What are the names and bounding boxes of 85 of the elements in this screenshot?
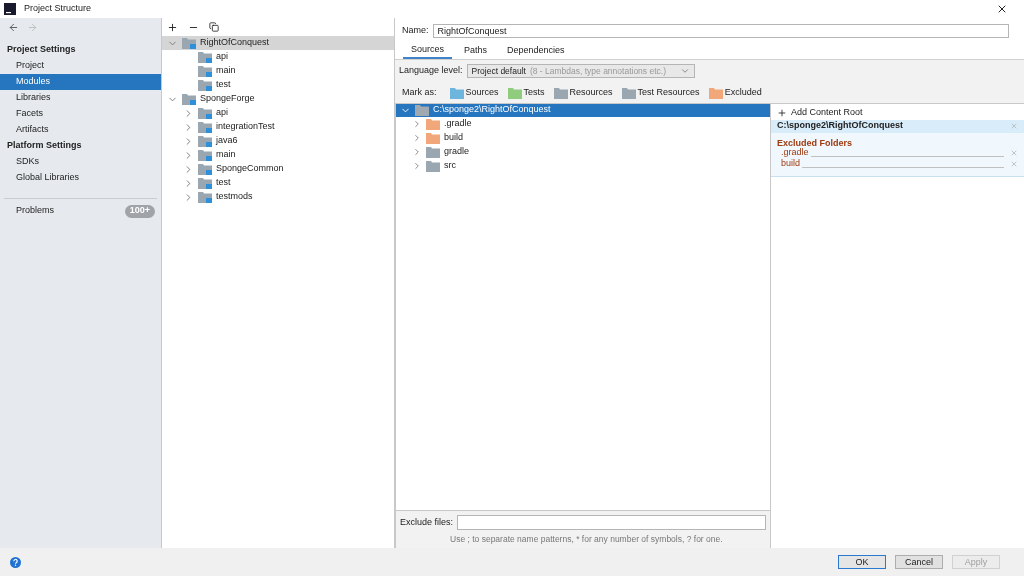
section-heading: Platform Settings xyxy=(6,139,83,153)
module-folder-icon xyxy=(182,93,196,105)
add-icon[interactable] xyxy=(167,21,178,33)
section-heading: Project Settings xyxy=(6,43,77,57)
module-tree-item[interactable]: SpongeCommon xyxy=(162,162,394,176)
mark-as-button[interactable]: Tests xyxy=(507,86,545,100)
help-icon[interactable] xyxy=(10,556,21,568)
folder-icon xyxy=(449,86,464,99)
sidebar-item[interactable]: Libraries xyxy=(0,90,161,106)
mark-as-button[interactable]: Sources xyxy=(449,86,499,100)
close-icon[interactable] xyxy=(996,3,1008,15)
folder-icon xyxy=(426,131,440,144)
folder-icon xyxy=(507,86,522,99)
module-folder-icon xyxy=(198,65,212,77)
mark-as-button[interactable]: Excluded xyxy=(708,86,762,100)
module-tree-item[interactable]: test xyxy=(162,78,394,92)
chevron-right-icon[interactable] xyxy=(412,132,422,143)
tab[interactable]: Sources xyxy=(403,43,453,59)
excluded-folder: build xyxy=(781,157,800,171)
folder-icon xyxy=(426,159,440,172)
module-tree-item[interactable]: api xyxy=(162,106,394,120)
module-folder-icon xyxy=(198,107,212,119)
sidebar-item[interactable]: Modules xyxy=(0,74,161,90)
tab[interactable]: Dependencies xyxy=(499,43,573,59)
module-tree-item[interactable]: java6 xyxy=(162,134,394,148)
dialog-button[interactable]: OK xyxy=(838,555,886,569)
folder-icon xyxy=(621,86,636,99)
exclude-files-field[interactable] xyxy=(457,515,766,530)
add-icon xyxy=(777,108,787,118)
module-folder-icon xyxy=(198,51,212,63)
module-folder-icon xyxy=(198,177,212,189)
sidebar-item[interactable]: Facets xyxy=(0,106,161,122)
copy-icon[interactable] xyxy=(209,22,219,32)
module-folder-icon xyxy=(198,121,212,133)
folder-icon xyxy=(415,104,429,116)
dialog-button[interactable]: Cancel xyxy=(895,555,943,569)
module-folder-icon xyxy=(198,135,212,147)
sidebar-item[interactable]: Problems xyxy=(16,204,125,218)
content-tree-item[interactable]: .gradle xyxy=(396,116,770,131)
module-tree-item[interactable]: test xyxy=(162,176,394,190)
module-tree-item[interactable]: testmods xyxy=(162,190,394,204)
name-field[interactable]: RightOfConquest xyxy=(432,24,1009,38)
count-badge: 100+ xyxy=(124,204,155,218)
app-logo-icon xyxy=(4,3,16,15)
caret-icon xyxy=(679,66,690,76)
section-heading: Excluded Folders xyxy=(776,136,854,148)
field-label: Language level: xyxy=(399,64,463,78)
chevron-right-icon[interactable] xyxy=(412,160,422,171)
module-tree-item[interactable]: integrationTest xyxy=(162,120,394,134)
module-folder-icon xyxy=(198,163,212,175)
folder-icon xyxy=(708,86,723,99)
excluded-folder: .gradle xyxy=(781,146,809,159)
folder-icon xyxy=(553,86,568,99)
chevron-right-icon[interactable] xyxy=(412,146,422,157)
content-tree-item[interactable]: build xyxy=(396,130,770,145)
content-tree-item[interactable]: C:\sponge2\RightOfConquest xyxy=(396,103,770,117)
chevron-right-icon[interactable] xyxy=(412,118,422,129)
forward-arrow-icon[interactable] xyxy=(27,21,38,33)
field-label: Name: xyxy=(402,24,429,38)
content-tree-item[interactable]: src xyxy=(396,158,770,173)
mark-as-button[interactable]: Resources xyxy=(553,86,613,100)
field-label: Exclude files: xyxy=(400,515,454,529)
language-level-dropdown[interactable]: Project default (8 - Lambdas, type annotations etc.) xyxy=(466,64,695,78)
content-root-path: C:\sponge2\RightOfConquest xyxy=(777,119,904,133)
module-tree-item[interactable]: RightOfConquest xyxy=(162,36,394,50)
add-content-root-button[interactable]: Add Content Root xyxy=(771,106,1024,120)
sidebar-item[interactable]: SDKs xyxy=(0,154,161,170)
folder-icon xyxy=(426,145,440,158)
mark-as-button[interactable]: Test Resources xyxy=(621,86,700,100)
module-tree-item[interactable]: SpongeForge xyxy=(162,92,394,106)
module-tree-item[interactable]: main xyxy=(162,148,394,162)
content-tree-item[interactable]: gradle xyxy=(396,144,770,159)
sidebar-item[interactable]: Global Libraries xyxy=(0,170,161,186)
window-title: Project Structure xyxy=(24,2,92,16)
sidebar-item[interactable]: Project xyxy=(0,58,161,74)
module-tree-item[interactable]: main xyxy=(162,64,394,78)
module-folder-icon xyxy=(198,149,212,161)
module-folder-icon xyxy=(198,191,212,203)
module-folder-icon xyxy=(182,37,196,49)
module-folder-icon xyxy=(198,79,212,91)
field-label: Mark as: xyxy=(402,86,437,99)
tab[interactable]: Paths xyxy=(456,43,496,59)
sidebar-item[interactable]: Artifacts xyxy=(0,122,161,138)
back-arrow-icon[interactable] xyxy=(8,21,19,33)
module-tree-item[interactable]: api xyxy=(162,50,394,64)
